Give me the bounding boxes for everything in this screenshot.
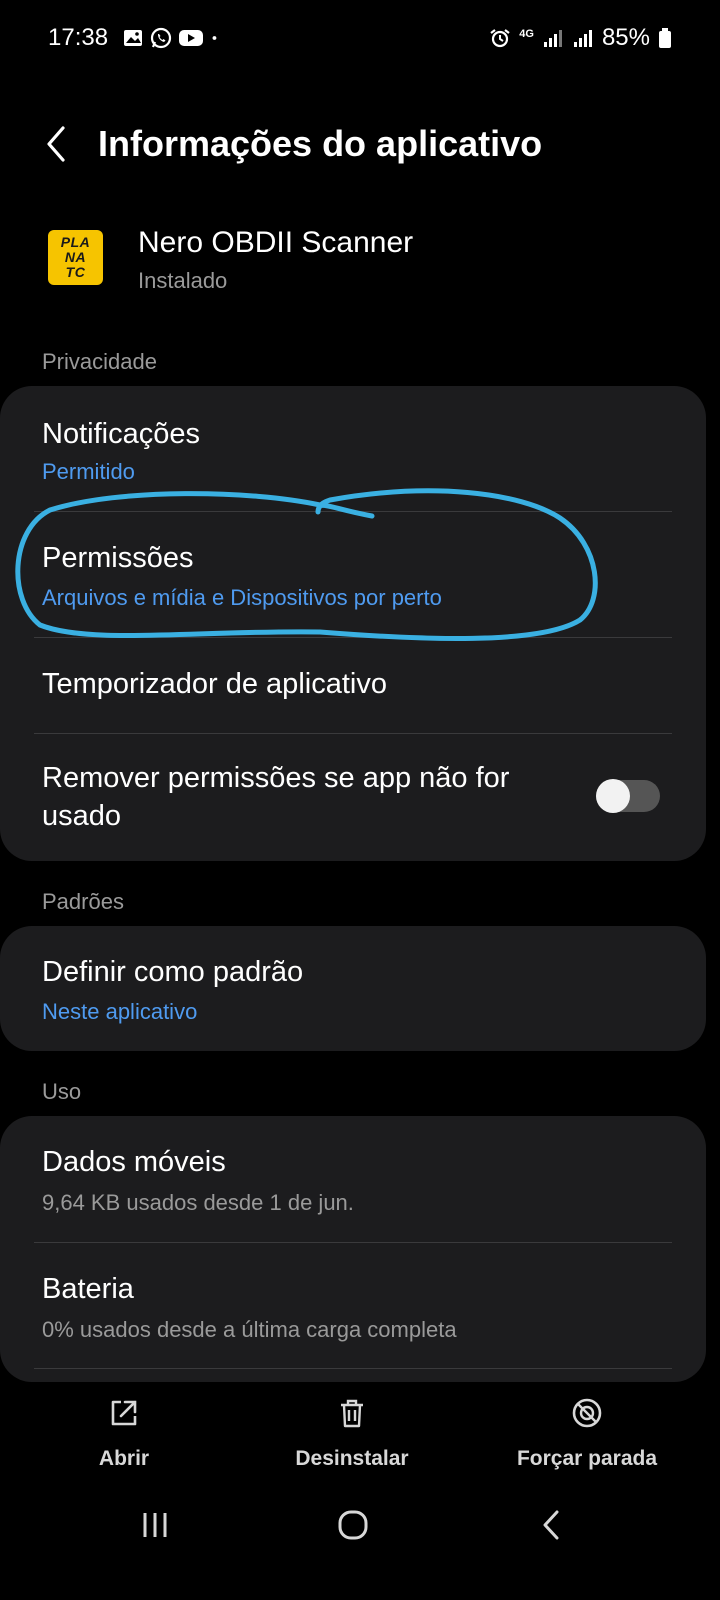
back-button[interactable] <box>30 118 82 170</box>
uninstall-label: Desinstalar <box>295 1447 409 1470</box>
privacy-card: Notificações Permitido Permissões Arquiv… <box>0 386 706 861</box>
recent-apps-icon <box>143 1513 167 1537</box>
trash-icon <box>341 1399 363 1428</box>
status-system-icons: 4G 85% <box>489 24 672 52</box>
divider <box>34 1368 672 1369</box>
usage-card: Dados móveis 9,64 KB usados desde 1 de j… <box>0 1116 706 1382</box>
app-icon-line: NA <box>64 249 87 265</box>
app-timer-row[interactable]: Temporizador de aplicativo <box>0 638 706 733</box>
uninstall-button[interactable]: Desinstalar <box>272 1396 432 1471</box>
notifications-row[interactable]: Notificações Permitido <box>0 386 706 511</box>
chevron-left-icon <box>47 126 65 162</box>
battery-title: Bateria <box>42 1273 134 1305</box>
network-type: 4G <box>519 27 534 40</box>
battery-percent: 85% <box>601 24 650 51</box>
set-default-title: Definir como padrão <box>42 956 304 988</box>
permissions-row[interactable]: Permissões Arquivos e mídia e Dispositiv… <box>0 512 706 637</box>
open-label: Abrir <box>98 1447 150 1470</box>
app-name: Nero OBDII Scanner <box>138 226 414 259</box>
battery-row[interactable]: Bateria 0% usados desde a última carga c… <box>0 1243 706 1368</box>
gallery-icon <box>124 30 142 46</box>
app-icon: PLA NA TC <box>48 230 103 285</box>
set-default-value: Neste aplicativo <box>42 999 198 1024</box>
toggle-knob <box>596 779 630 813</box>
app-icon-line: TC <box>65 264 86 280</box>
force-stop-button[interactable]: Forçar parada <box>502 1396 672 1471</box>
open-external-icon <box>111 1400 137 1426</box>
remove-permissions-line1: Remover permissões se app não for <box>42 762 510 794</box>
youtube-icon <box>179 30 203 46</box>
notifications-value: Permitido <box>42 459 135 484</box>
notifications-title: Notificações <box>42 418 200 450</box>
mobile-data-value: 9,64 KB usados desde 1 de jun. <box>42 1190 354 1215</box>
status-notification-icons <box>122 27 224 49</box>
mobile-data-row[interactable]: Dados móveis 9,64 KB usados desde 1 de j… <box>0 1116 706 1242</box>
whatsapp-icon <box>150 27 172 49</box>
signal-icon <box>543 30 562 47</box>
remove-permissions-line2: usado <box>42 800 122 832</box>
home-icon <box>338 1510 368 1540</box>
battery-value: 0% usados desde a última carga completa <box>42 1317 457 1342</box>
page-title: Informações do aplicativo <box>98 123 543 164</box>
open-button[interactable]: Abrir <box>64 1396 184 1471</box>
signal-icon <box>573 30 592 47</box>
home-button[interactable] <box>318 1500 388 1550</box>
permissions-value: Arquivos e mídia e Dispositivos por pert… <box>42 585 442 610</box>
remove-permissions-row[interactable]: Remover permissões se app não for usado <box>0 734 706 861</box>
recent-apps-button[interactable] <box>120 1500 190 1550</box>
permissions-title: Permissões <box>42 542 194 574</box>
app-status: Instalado <box>138 268 228 293</box>
force-stop-label: Forçar parada <box>516 1447 658 1470</box>
battery-icon <box>659 28 671 48</box>
set-default-row[interactable]: Definir como padrão Neste aplicativo <box>0 926 706 1051</box>
dot-icon <box>212 36 217 40</box>
chevron-left-icon <box>543 1510 559 1540</box>
alarm-icon <box>490 29 510 48</box>
app-icon-line: PLA <box>60 234 91 250</box>
defaults-card: Definir como padrão Neste aplicativo <box>0 926 706 1051</box>
status-time: 17:38 <box>48 24 109 51</box>
block-icon <box>572 1398 602 1428</box>
mobile-data-title: Dados móveis <box>42 1146 226 1178</box>
section-label-privacy: Privacidade <box>42 349 157 374</box>
section-label-defaults: Padrões <box>42 889 124 914</box>
app-timer-title: Temporizador de aplicativo <box>42 668 387 700</box>
remove-permissions-toggle[interactable] <box>596 779 660 813</box>
nav-back-button[interactable] <box>516 1500 586 1550</box>
section-label-usage: Uso <box>42 1079 82 1104</box>
